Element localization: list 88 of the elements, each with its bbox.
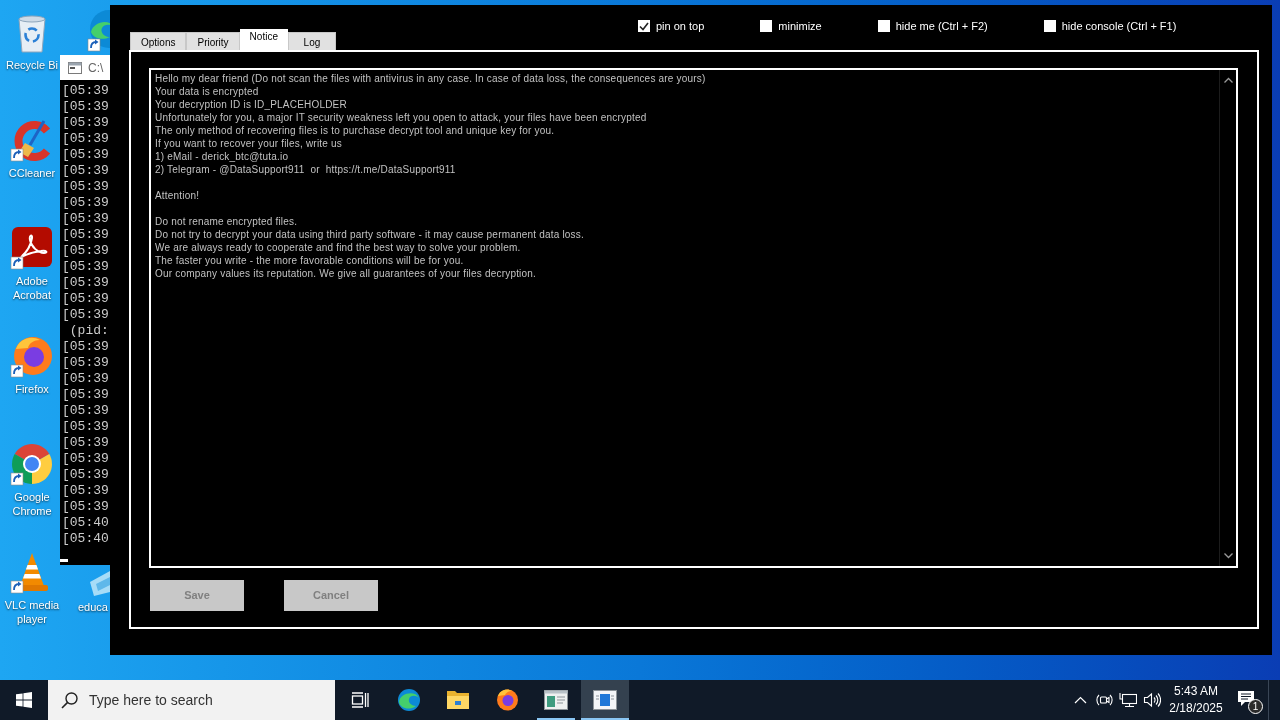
notice-text-line: Attention! <box>155 189 200 202</box>
notification-badge: 1 <box>1248 699 1263 714</box>
console-line: [05:39 <box>62 227 109 243</box>
console-line: [05:40 <box>62 515 109 531</box>
console-line: [05:39 <box>62 99 109 115</box>
task-view-icon <box>351 692 369 708</box>
notice-text-line: Unfortunately for you, a major IT security weakness left you open to attack, your files have been encrypted <box>155 111 647 124</box>
notice-text-line: Your data is encrypted <box>155 85 259 98</box>
console-line: [05:39 <box>62 467 109 483</box>
chevron-up-icon[interactable] <box>1223 77 1233 83</box>
console-line: [05:39 <box>62 163 109 179</box>
camera-icon <box>1095 692 1113 708</box>
tab[interactable]: Log <box>287 32 336 50</box>
console-line: [05:39 <box>62 147 109 163</box>
notice-text-field[interactable] <box>149 68 1238 568</box>
notice-text-line: 1) eMail - derick_btc@tuta.io <box>155 150 289 163</box>
notice-text-line: Your decryption ID is ID_PLACEHOLDER <box>155 98 347 111</box>
notice-text-line: We are always ready to cooperate and find the best way to solve your problem. <box>155 241 521 254</box>
console-line: [05:39 <box>62 179 109 195</box>
chevron-down-icon[interactable] <box>1223 553 1233 559</box>
checkbox-label[interactable]: minimize <box>778 20 822 32</box>
checkbox[interactable] <box>760 20 773 32</box>
console-line: [05:39 <box>62 451 109 467</box>
checkbox-label[interactable]: hide console (Ctrl + F1) <box>1061 20 1177 32</box>
notice-text-line: Our company values its reputation. We give all guarantees of your files decryption. <box>155 267 537 280</box>
console-line: [05:39 <box>62 115 109 131</box>
text-cursor-icon <box>60 559 68 562</box>
window-title: C:\ <box>88 60 104 75</box>
windows-logo-icon <box>16 692 32 708</box>
checkbox[interactable] <box>877 20 890 32</box>
checkbox-label[interactable]: pin on top <box>656 20 705 32</box>
clock-date: 2/18/2025 <box>1169 700 1223 717</box>
console-line: [05:39 <box>62 307 109 323</box>
console-line: [05:39 <box>62 403 109 419</box>
notification-button[interactable]: 1 <box>1228 680 1268 720</box>
network-icon <box>1119 692 1137 708</box>
speaker-icon <box>1143 692 1161 708</box>
console-line: [05:40 <box>62 531 109 547</box>
console-line: (pid: <box>68 323 109 339</box>
chevron-up-icon <box>1073 696 1087 704</box>
notice-text-line: If you want to recover your files, write us <box>155 137 342 150</box>
console-line: [05:39 <box>62 211 109 227</box>
tab[interactable]: Priority <box>186 32 240 50</box>
console-line: [05:39 <box>62 275 109 291</box>
notice-text-line: Hello my dear friend (Do not scan the files with antivirus in any case. In case of data loss, the consequences are yours) <box>155 72 706 85</box>
tab[interactable]: Options <box>130 32 187 50</box>
check-icon <box>639 21 649 31</box>
search-icon <box>61 692 78 709</box>
clock-time: 5:43 AM <box>1174 683 1218 700</box>
circle-logo-icon[interactable] <box>10 442 54 486</box>
console-line: [05:39 <box>62 371 109 387</box>
checkbox-label[interactable]: hide me (Ctrl + F2) <box>895 20 988 32</box>
swirl-logo-icon <box>397 688 421 712</box>
tab[interactable]: Notice <box>239 29 288 50</box>
scrollbar[interactable] <box>1219 70 1236 566</box>
notice-text-line: The faster you write - the more favorable conditions will be for you. <box>155 254 464 267</box>
console-line: [05:39 <box>62 259 109 275</box>
fox-logo-icon[interactable] <box>10 334 54 378</box>
checkbox[interactable] <box>1043 20 1056 32</box>
console-line: [05:39 <box>62 243 109 259</box>
console-line: [05:39 <box>62 355 109 371</box>
clock-button[interactable]: 5:43 AM 2/18/2025 <box>1164 680 1228 720</box>
checkbox[interactable] <box>638 20 650 32</box>
fox-logo-icon <box>495 688 519 712</box>
notification-icon <box>1237 689 1255 707</box>
window-app-icon <box>544 690 568 710</box>
notice-text-line: The only method of recovering files is to purchase decrypt tool and unique key for you. <box>155 124 555 137</box>
pdf-logo-icon[interactable] <box>10 226 54 270</box>
console-line: [05:39 <box>62 387 109 403</box>
notice-text-line: Do not try to decrypt your data using third party software - it may cause permanent data loss. <box>155 228 584 241</box>
running-indicator-icon <box>581 718 629 720</box>
console-line: [05:39 <box>62 483 109 499</box>
console-line: [05:39 <box>62 435 109 451</box>
folder-icon <box>446 690 470 710</box>
console-line: [05:39 <box>62 499 109 515</box>
console-line: [05:39 <box>62 195 109 211</box>
notice-text-line: 2) Telegram - @DataSupport911 or https://t.me/DataSupport911 <box>155 163 456 176</box>
console-line: [05:39 <box>62 339 109 355</box>
notice-text-line: Do not rename encrypted files. <box>155 215 298 228</box>
console-line: [05:39 <box>62 419 109 435</box>
console-line: [05:39 <box>62 131 109 147</box>
console-line: [05:39 <box>62 83 109 99</box>
console-line: [05:39 <box>62 291 109 307</box>
taskbar-app-button[interactable] <box>581 680 629 720</box>
window-app-icon <box>593 690 617 710</box>
running-indicator-icon <box>537 718 575 720</box>
search-field[interactable]: Type here to search <box>48 680 335 720</box>
console-app-icon <box>68 61 82 74</box>
